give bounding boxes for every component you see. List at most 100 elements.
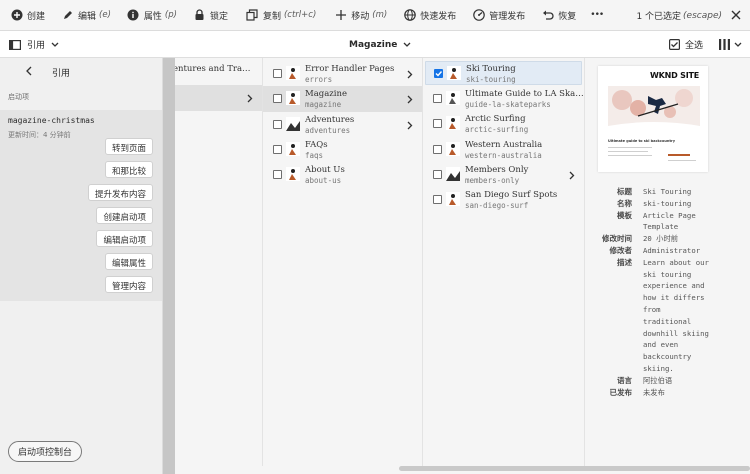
edit-button[interactable]: 编辑 (e) xyxy=(57,0,115,31)
horizontal-scrollbar[interactable] xyxy=(399,466,750,471)
list-item[interactable] xyxy=(175,85,262,111)
add-icon xyxy=(10,9,23,22)
column-level-3: Ski Touring ski-touring Ultimate Guide t… xyxy=(423,58,585,466)
chevron-left-icon[interactable] xyxy=(24,65,34,77)
rail-header: 引用 xyxy=(0,58,162,84)
meta-row-template: 模板 Article Page Template xyxy=(597,210,750,234)
page-thumbnail-icon xyxy=(446,192,460,206)
page-thumbnail-icon xyxy=(446,167,460,181)
column-level-2: Error Handler Pages errors Magazine maga… xyxy=(263,58,423,466)
item-checkbox[interactable] xyxy=(433,195,442,204)
meta-key: 修改者 xyxy=(609,245,633,255)
edit-properties-button[interactable]: 编辑属性 xyxy=(104,253,153,270)
item-title: Western Australia xyxy=(465,140,543,150)
compare-button[interactable]: 和那比较 xyxy=(104,161,153,178)
rail-icon xyxy=(9,39,21,50)
preview-text-line xyxy=(608,147,652,148)
preview-logo: WKND SITE xyxy=(649,71,699,80)
manage-publication-button[interactable]: 管理发布 xyxy=(468,0,529,31)
preview-text-line xyxy=(668,160,696,161)
manage-content-button[interactable]: 管理内容 xyxy=(104,276,153,293)
lock-button[interactable]: 锁定 xyxy=(189,0,232,31)
item-checkbox[interactable] xyxy=(273,145,282,154)
item-checkbox-checked[interactable] xyxy=(434,69,443,78)
references-rail: 引用 启动项 magazine-christmas 更新时间：4 分钟前 转到页… xyxy=(0,58,163,474)
pencil-icon xyxy=(61,9,74,22)
launch-name: magazine-christmas xyxy=(8,116,95,125)
list-item[interactable]: Ski Touring ski-touring xyxy=(425,61,582,85)
page-thumbnail-icon xyxy=(286,66,300,80)
view-switcher[interactable] xyxy=(719,39,742,50)
meta-value: Learn about our ski touring experience a… xyxy=(643,257,709,373)
rail-title: 引用 xyxy=(52,69,71,79)
copy-label: 复制 xyxy=(262,11,281,22)
meta-row-language: 语言 阿拉伯语 xyxy=(597,375,750,387)
page-thumbnail-icon xyxy=(447,66,461,80)
select-all-label: 全选 xyxy=(684,41,703,51)
preview-panel: WKND SITE Ultimate guide to ski backcoun… xyxy=(597,58,750,466)
copy-button[interactable]: 复制 (ctrl+c) xyxy=(242,0,320,31)
promote-button[interactable]: 提升发布内容 xyxy=(87,184,153,201)
list-item[interactable]: Error Handler Pages errors xyxy=(263,61,422,87)
properties-shortcut: (p) xyxy=(164,10,177,20)
item-title: Adventures xyxy=(305,115,355,125)
item-checkbox[interactable] xyxy=(433,94,442,103)
properties-button[interactable]: 属性 (p) xyxy=(123,0,181,31)
page-thumbnail-icon xyxy=(446,91,460,105)
item-checkbox[interactable] xyxy=(273,69,282,78)
edit-launch-button[interactable]: 编辑启动项 xyxy=(96,230,153,247)
meta-value: Ski Touring xyxy=(643,187,692,196)
rail-toggle[interactable]: 引用 xyxy=(9,31,59,58)
more-button[interactable]: ••• xyxy=(586,0,607,31)
item-name: san-diego-surf xyxy=(465,201,529,210)
chevron-right-icon xyxy=(569,171,575,180)
select-all-button[interactable]: 全选 xyxy=(668,38,703,51)
go-to-page-button[interactable]: 转到页面 xyxy=(104,138,153,155)
item-title: entures and Tra… xyxy=(175,64,251,74)
item-checkbox[interactable] xyxy=(273,170,282,179)
list-item[interactable]: Adventures adventures xyxy=(263,112,422,138)
quick-publish-button[interactable]: 快速发布 xyxy=(399,0,460,31)
edit-label: 编辑 xyxy=(78,11,97,22)
restore-button[interactable]: 恢复 xyxy=(537,0,580,31)
rail-resize-handle[interactable] xyxy=(163,58,175,474)
list-item[interactable]: Ultimate Guide to LA Ska… guide-la-skate… xyxy=(423,86,584,112)
item-checkbox[interactable] xyxy=(433,145,442,154)
list-item[interactable]: Western Australia western-australia xyxy=(423,137,584,163)
meta-key: 修改时间 xyxy=(602,234,632,244)
item-checkbox[interactable] xyxy=(273,94,282,103)
checkmark-icon xyxy=(435,71,443,77)
selection-shortcut: (escape) xyxy=(683,10,722,21)
page-thumbnail-icon xyxy=(286,91,300,105)
item-checkbox[interactable] xyxy=(273,120,282,129)
restore-label: 恢复 xyxy=(558,11,577,22)
column-view-icon xyxy=(719,39,730,50)
copy-shortcut: (ctrl+c) xyxy=(283,10,317,20)
item-checkbox[interactable] xyxy=(433,170,442,179)
item-name: arctic-surfing xyxy=(465,125,529,134)
page-thumbnail-icon xyxy=(286,142,300,156)
list-item[interactable]: entures and Tra… xyxy=(175,58,262,84)
close-selection-icon[interactable] xyxy=(730,9,742,21)
globe-icon xyxy=(403,9,416,22)
view-controls: 全选 xyxy=(668,31,742,58)
list-item[interactable]: San Diego Surf Spots san-diego-surf xyxy=(423,187,584,213)
list-item[interactable]: FAQs faqs xyxy=(263,137,422,163)
location-selector[interactable]: Magazine xyxy=(349,31,411,58)
list-item[interactable]: Arctic Surfing arctic-surfing xyxy=(423,111,584,137)
preview-text-line xyxy=(608,151,648,152)
item-title: Ski Touring xyxy=(466,64,516,74)
item-title: Ultimate Guide to LA Ska… xyxy=(465,89,584,99)
meta-value: 未发布 xyxy=(643,387,665,397)
create-launch-button[interactable]: 创建启动项 xyxy=(96,207,153,224)
list-item[interactable]: Members Only members-only xyxy=(423,162,584,188)
create-button[interactable]: 创建 xyxy=(6,0,49,31)
launches-console-button[interactable]: 启动项控制台 xyxy=(8,441,83,462)
list-item[interactable]: Magazine magazine xyxy=(263,86,422,112)
move-button[interactable]: 移动 (m) xyxy=(330,0,391,31)
meta-key: 描述 xyxy=(617,257,632,267)
quick-publish-label: 快速发布 xyxy=(420,11,457,22)
item-checkbox[interactable] xyxy=(433,119,442,128)
list-item[interactable]: About Us about-us xyxy=(263,162,422,188)
lock-icon xyxy=(193,9,206,22)
